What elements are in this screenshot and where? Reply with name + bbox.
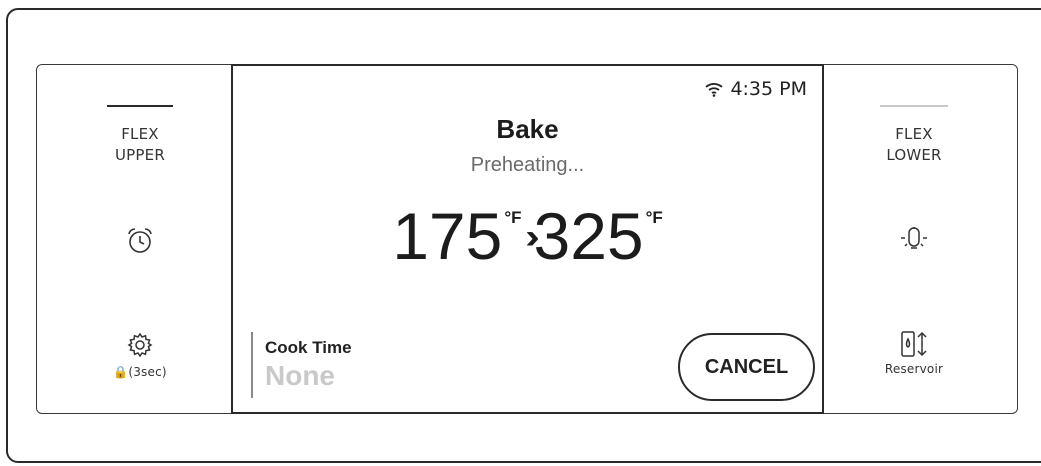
target-temperature: 325 [533,199,644,273]
cancel-button[interactable]: CANCEL [678,333,815,401]
settings-lock-button[interactable]: 🔒(3sec) [102,331,178,379]
reservoir-button[interactable]: Reservoir [876,329,952,376]
timer-button[interactable] [122,224,158,258]
reservoir-label: Reservoir [884,362,944,376]
flex-upper-button[interactable]: FLEX UPPER [100,124,180,166]
flex-upper-indicator [107,105,173,107]
cook-time-label: Cook Time [265,338,352,357]
flex-upper-label-line2: UPPER [115,146,165,164]
flex-lower-label-line2: LOWER [886,146,942,164]
cook-status: Preheating... [470,154,585,176]
main-display: 4:35 PM Bake Preheating... 175 °F ››› 32… [231,64,824,414]
flex-lower-label-line1: FLEX [895,125,933,143]
alarm-clock-icon [128,228,152,253]
cook-mode-title: Bake [496,114,559,144]
target-temperature-unit: °F [645,208,663,227]
water-reservoir-icon [901,331,927,357]
cook-time-field[interactable]: Cook Time None [251,332,352,398]
current-temperature-unit: °F [504,208,522,227]
light-button[interactable] [897,224,931,258]
gear-icon [127,332,153,358]
current-temperature: 175 [392,199,503,273]
flex-lower-indicator [880,105,948,107]
wifi-icon [705,83,724,97]
cook-time-value: None [265,360,335,391]
clock-time: 4:35 PM [730,78,807,100]
status-bar: 4:35 PM [704,78,807,100]
preheat-arrows-icon: ››› [525,218,540,256]
temperature-readout: 175 °F ››› 325 °F [233,200,822,272]
flex-lower-button[interactable]: FLEX LOWER [874,124,954,166]
flex-upper-label-line1: FLEX [121,125,159,143]
lock-label: 🔒(3sec) [113,365,167,379]
light-bulb-icon [901,227,927,249]
